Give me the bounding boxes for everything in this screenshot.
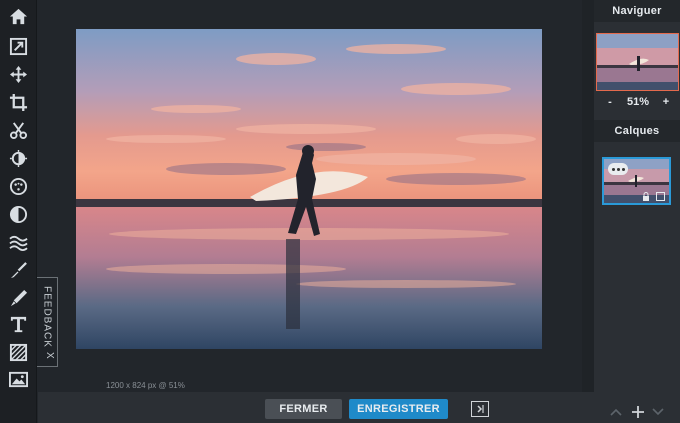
lock-icon[interactable] (642, 192, 650, 201)
layer-controls (608, 404, 668, 420)
image-dimensions-status: 1200 x 824 px @ 51% (106, 381, 185, 390)
wave-icon[interactable] (4, 230, 33, 254)
layer-options-button[interactable] (608, 163, 628, 175)
toggle-panel-button[interactable] (471, 401, 489, 417)
save-button[interactable]: ENREGISTRER (349, 399, 448, 419)
tool-sidebar (0, 0, 37, 423)
resize-icon[interactable] (4, 34, 33, 58)
crop-icon[interactable] (4, 90, 33, 114)
zoom-in-button[interactable]: + (660, 96, 672, 108)
texture-icon[interactable] (4, 340, 33, 364)
feedback-close-button[interactable]: X (39, 348, 55, 362)
filter-icon[interactable] (4, 174, 33, 198)
layers-title: Calques (594, 120, 680, 142)
adjust-icon[interactable] (4, 146, 33, 170)
panel-toggle-icon (477, 405, 484, 413)
brush-icon[interactable] (4, 258, 33, 282)
canvas-workspace[interactable]: 1200 x 824 px @ 51% (38, 0, 594, 392)
chevron-down-icon[interactable] (650, 404, 666, 420)
vignette-icon[interactable] (4, 202, 33, 226)
pen-icon[interactable] (4, 286, 33, 310)
zoom-controls: - 51% + (596, 96, 679, 112)
canvas-image[interactable] (76, 29, 542, 349)
image-icon[interactable] (4, 367, 33, 391)
navigator-thumbnail[interactable] (596, 33, 679, 91)
chevron-up-icon[interactable] (608, 404, 624, 420)
move-icon[interactable] (4, 62, 33, 86)
vertical-scrollbar[interactable] (582, 0, 594, 392)
close-button[interactable]: FERMER (265, 399, 342, 419)
add-layer-icon[interactable] (630, 404, 646, 420)
zoom-level: 51% (626, 96, 650, 108)
zoom-out-button[interactable]: - (604, 96, 616, 108)
layer-visibility-checkbox[interactable] (656, 192, 665, 201)
home-icon[interactable] (4, 4, 33, 28)
feedback-label[interactable]: FEEDBACK (39, 286, 55, 348)
feedback-tab[interactable]: FEEDBACK X (37, 277, 58, 367)
cut-icon[interactable] (4, 118, 33, 142)
navigator-title: Naviguer (594, 0, 680, 22)
text-icon[interactable] (4, 312, 33, 336)
